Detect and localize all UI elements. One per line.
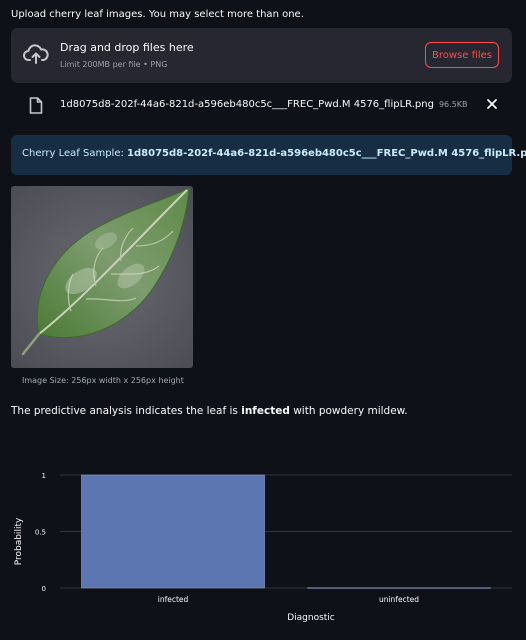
uploaded-file-row: 1d8075d8-202f-44a6-821d-a596eb480c5c___F… <box>11 92 512 120</box>
probability-bar-chart: 0 0.5 1 infected uninfected Diagnostic Probabi… <box>14 472 512 623</box>
file-name: 1d8075d8-202f-44a6-821d-a596eb480c5c___F… <box>60 99 434 110</box>
close-icon[interactable] <box>485 97 499 111</box>
image-caption: Image Size: 256px width x 256px height <box>22 376 184 385</box>
file-dropzone[interactable]: Drag and drop files here Limit 200MB per… <box>11 28 512 83</box>
sample-info-filename: 1d8075d8-202f-44a6-821d-a596eb480c5c___F… <box>127 148 526 159</box>
browse-files-button[interactable]: Browse files <box>425 42 499 68</box>
prediction-result: infected <box>241 405 290 417</box>
prediction-text: The predictive analysis indicates the le… <box>11 405 408 417</box>
sample-info-box: Cherry Leaf Sample: 1d8075d8-202f-44a6-8… <box>11 135 526 175</box>
dropzone-title: Drag and drop files here <box>60 41 194 54</box>
dropzone-limit: Limit 200MB per file • PNG <box>60 60 168 69</box>
sample-info-prefix: Cherry Leaf Sample: <box>22 148 128 159</box>
file-name-row: 1d8075d8-202f-44a6-821d-a596eb480c5c___F… <box>60 99 468 110</box>
y-tick-label: 0.5 <box>35 529 46 537</box>
cloud-upload-icon <box>23 44 49 64</box>
file-icon <box>29 97 43 114</box>
x-tick-label: uninfected <box>379 595 419 604</box>
sample-info-text: Cherry Leaf Sample: 1d8075d8-202f-44a6-8… <box>22 148 526 159</box>
prediction-before: The predictive analysis indicates the le… <box>11 405 242 417</box>
x-axis-title: Diagnostic <box>287 613 335 623</box>
y-axis-title: Probability <box>14 517 24 565</box>
leaf-image <box>11 186 193 368</box>
upload-label: Upload cherry leaf images. You may selec… <box>11 9 304 20</box>
y-tick-label: 0 <box>42 585 46 593</box>
y-tick-label: 1 <box>42 472 46 480</box>
bar-uninfected <box>307 587 491 589</box>
bar-infected <box>81 474 265 589</box>
file-size: 96.5KB <box>438 100 468 109</box>
prediction-after: with powdery mildew. <box>289 405 408 417</box>
x-tick-label: infected <box>158 595 189 604</box>
leaf-illustration <box>11 186 193 368</box>
